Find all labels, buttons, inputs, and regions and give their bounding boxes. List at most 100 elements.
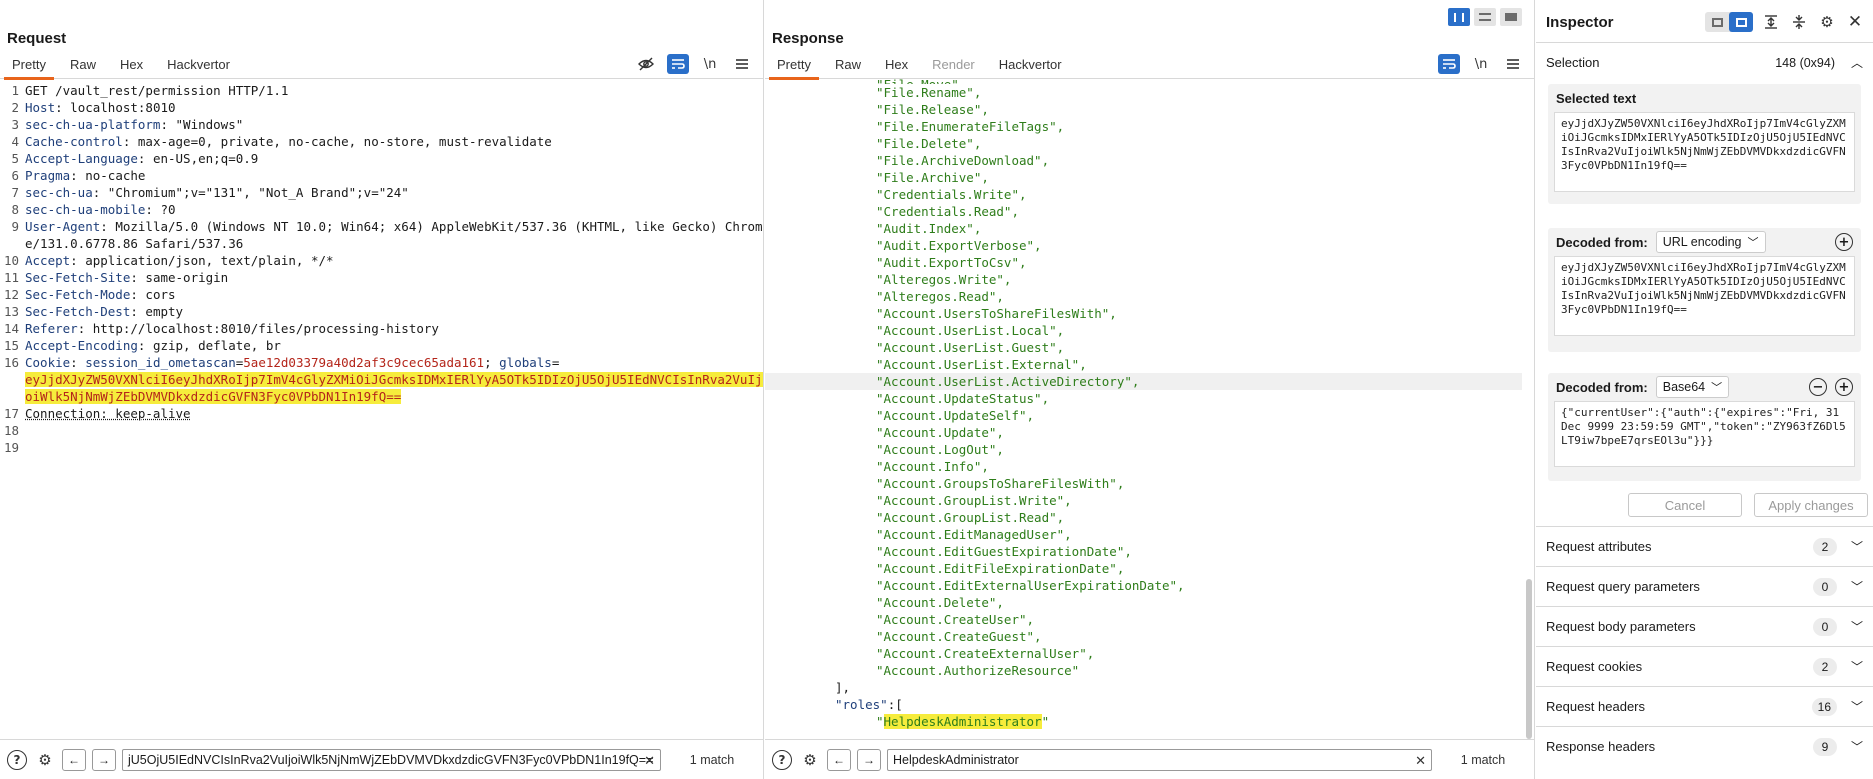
highlighted-cookie-value[interactable]: eyJjdXJyZW50VXNlciI6eyJhdXRoIjp7ImV4cGly…	[25, 372, 763, 404]
permission-line: "File.Release",	[876, 102, 989, 117]
header-name: Sec-Fetch-Mode	[25, 287, 131, 302]
chevron-down-icon[interactable]: ﹀	[1851, 660, 1863, 674]
permission-line: "Account.EditExternalUserExpirationDate"…	[876, 578, 1185, 593]
permission-line: "Account.UserList.ActiveDirectory",	[765, 373, 1522, 390]
clear-search-icon[interactable]: ✕	[644, 753, 655, 769]
wrap-icon[interactable]	[667, 54, 689, 74]
inspector-layout-toggle	[1705, 12, 1753, 32]
header-name: Host	[25, 100, 56, 115]
permission-line: "Account.UsersToShareFilesWith",	[876, 306, 1117, 321]
decoded-url-box: Decoded from: URL encoding ﹀ + eyJjdXJyZW…	[1548, 228, 1861, 352]
help-icon[interactable]: ?	[771, 749, 793, 771]
inspector-section-request-attributes[interactable]: Request attributes 2 ﹀	[1536, 526, 1873, 566]
chevron-down-icon[interactable]: ﹀	[1851, 580, 1863, 594]
remove-decoding-icon[interactable]: −	[1809, 378, 1827, 396]
selection-row[interactable]: Selection 148 (0x94) ︿	[1536, 42, 1873, 82]
decoding-type-dropdown[interactable]: URL encoding ﹀	[1655, 231, 1766, 253]
request-line: 17 Connection: keep-alive	[0, 405, 763, 422]
request-header-line: 2 Host: localhost:8010	[11, 100, 176, 115]
response-line: ],	[835, 680, 851, 695]
header-value: max-age=0, private, no-cache, no-store, …	[130, 134, 552, 149]
split-horizontal-layout-icon[interactable]	[1474, 8, 1496, 26]
selected-text-label: Selected text	[1556, 90, 1637, 106]
request-tab-pretty[interactable]: Pretty	[0, 53, 58, 80]
settings-icon[interactable]: ⚙	[799, 749, 821, 771]
previous-match-button[interactable]: ←	[827, 748, 851, 771]
inspector-section-request-query-parameters[interactable]: Request query parameters 0 ﹀	[1536, 566, 1873, 606]
add-decoding-icon[interactable]: +	[1835, 233, 1853, 251]
decoding-type-dropdown[interactable]: Base64 ﹀	[1655, 376, 1730, 398]
add-decoding-icon[interactable]: +	[1835, 378, 1853, 396]
response-pane: Response Pretty Raw Hex Render Hackverto…	[765, 0, 1535, 779]
header-value: cors	[137, 287, 176, 302]
newline-icon[interactable]: \n	[699, 54, 721, 74]
response-search-input[interactable]: HelpdeskAdministrator ✕	[887, 748, 1432, 771]
permission-line: "Account.UpdateSelf",	[876, 408, 1035, 423]
newline-icon[interactable]: \n	[1470, 54, 1492, 74]
gear-icon[interactable]: ⚙	[1817, 12, 1837, 32]
response-scrollbar[interactable]	[1524, 82, 1532, 739]
permission-line: "Account.EditGuestExpirationDate",	[876, 544, 1132, 559]
settings-icon[interactable]: ⚙	[34, 749, 56, 771]
permission-line: "Account.UserList.External",	[876, 357, 1087, 372]
chevron-down-icon[interactable]: ﹀	[1851, 700, 1863, 714]
inspector-section-request-cookies[interactable]: Request cookies 2 ﹀	[1536, 646, 1873, 686]
inspector-pane: Inspector ⚙ ✕ Selection 148 (0x94) ︿ Sel…	[1536, 0, 1873, 779]
chevron-down-icon: ﹀	[1711, 382, 1723, 394]
apply-changes-button[interactable]: Apply changes	[1754, 493, 1868, 517]
section-count-badge: 9	[1813, 737, 1837, 756]
inspector-section-request-body-parameters[interactable]: Request body parameters 0 ﹀	[1536, 606, 1873, 646]
menu-icon[interactable]	[731, 54, 753, 74]
decoded-url-value[interactable]: eyJjdXJyZW50VXNlciI6eyJhdXRoIjp7ImV4cGly…	[1554, 256, 1855, 336]
next-match-button[interactable]: →	[857, 748, 881, 771]
response-scroll-thumb[interactable]	[1526, 579, 1532, 739]
split-vertical-layout-icon[interactable]	[1448, 8, 1470, 26]
previous-match-button[interactable]: ←	[62, 748, 86, 771]
permission-line: "File.ArchiveDownload",	[876, 153, 1050, 168]
request-cookie-line: 16 Cookie: session_id_ometascan=5ae12d03…	[3, 355, 763, 404]
permission-line: "Credentials.Read",	[876, 204, 1019, 219]
request-tab-hackvertor[interactable]: Hackvertor	[155, 53, 242, 79]
wrap-icon[interactable]	[1438, 54, 1460, 74]
layout-list-icon[interactable]	[1705, 12, 1729, 32]
header-value: Mozilla/5.0 (Windows NT 10.0; Win64; x64…	[25, 219, 763, 251]
header-value: no-cache	[77, 168, 146, 183]
decoded-base64-value[interactable]: {"currentUser":{"auth":{"expires":"Fri, …	[1554, 401, 1855, 467]
header-name: Referer	[25, 321, 78, 336]
request-editor[interactable]: 1 GET /vault_rest/permission HTTP/1.1 2H…	[0, 82, 763, 739]
expand-all-icon[interactable]	[1761, 12, 1781, 32]
chevron-down-icon[interactable]: ﹀	[1851, 740, 1863, 754]
selected-text-value[interactable]: eyJjdXJyZW50VXNlciI6eyJhdXRoIjp7ImV4cGly…	[1554, 112, 1855, 192]
permission-line: "Account.GroupList.Read",	[876, 510, 1065, 525]
header-name: Accept-Language	[25, 151, 138, 166]
menu-icon[interactable]	[1502, 54, 1524, 74]
clear-search-icon[interactable]: ✕	[1415, 753, 1426, 769]
request-line: 1 GET /vault_rest/permission HTTP/1.1	[0, 82, 763, 99]
header-value: "Chromium";v="131", "Not_A Brand";v="24"	[100, 185, 409, 200]
chevron-down-icon[interactable]: ﹀	[1851, 620, 1863, 634]
cancel-button[interactable]: Cancel	[1628, 493, 1742, 517]
permission-line: "Account.CreateUser",	[876, 612, 1035, 627]
inspector-toolbar: ⚙ ✕	[1705, 12, 1865, 32]
permission-line: "Account.UpdateStatus",	[876, 391, 1050, 406]
tabs-layout-icon[interactable]	[1500, 8, 1522, 26]
header-value: http://localhost:8010/files/processing-h…	[85, 321, 439, 336]
layout-panel-icon[interactable]	[1729, 12, 1753, 32]
request-header-line: 3 sec-ch-ua-platform: "Windows"	[11, 117, 244, 132]
request-search-input[interactable]: jU5OjU5IEdNVCIsInRva2VuIjoiWlk5NjNmWjZEb…	[122, 748, 661, 771]
eye-slash-icon[interactable]	[635, 54, 657, 74]
inspector-section-response-headers[interactable]: Response headers 9 ﹀	[1536, 726, 1873, 766]
request-tab-hex[interactable]: Hex	[108, 53, 155, 79]
inspector-section-request-headers[interactable]: Request headers 16 ﹀	[1536, 686, 1873, 726]
next-match-button[interactable]: →	[92, 748, 116, 771]
header-name: sec-ch-ua-mobile	[25, 202, 146, 217]
close-icon[interactable]: ✕	[1845, 12, 1865, 32]
chevron-down-icon[interactable]: ﹀	[1851, 540, 1863, 554]
highlighted-role[interactable]: HelpdeskAdministrator	[883, 714, 1042, 729]
chevron-up-icon[interactable]: ︿	[1851, 56, 1863, 70]
collapse-all-icon[interactable]	[1789, 12, 1809, 32]
header-name: Pragma	[25, 168, 71, 183]
request-tab-raw[interactable]: Raw	[58, 53, 108, 79]
help-icon[interactable]: ?	[6, 749, 28, 771]
response-editor[interactable]: "File.Move", "File.Rename", "File.Release…	[765, 76, 1522, 739]
